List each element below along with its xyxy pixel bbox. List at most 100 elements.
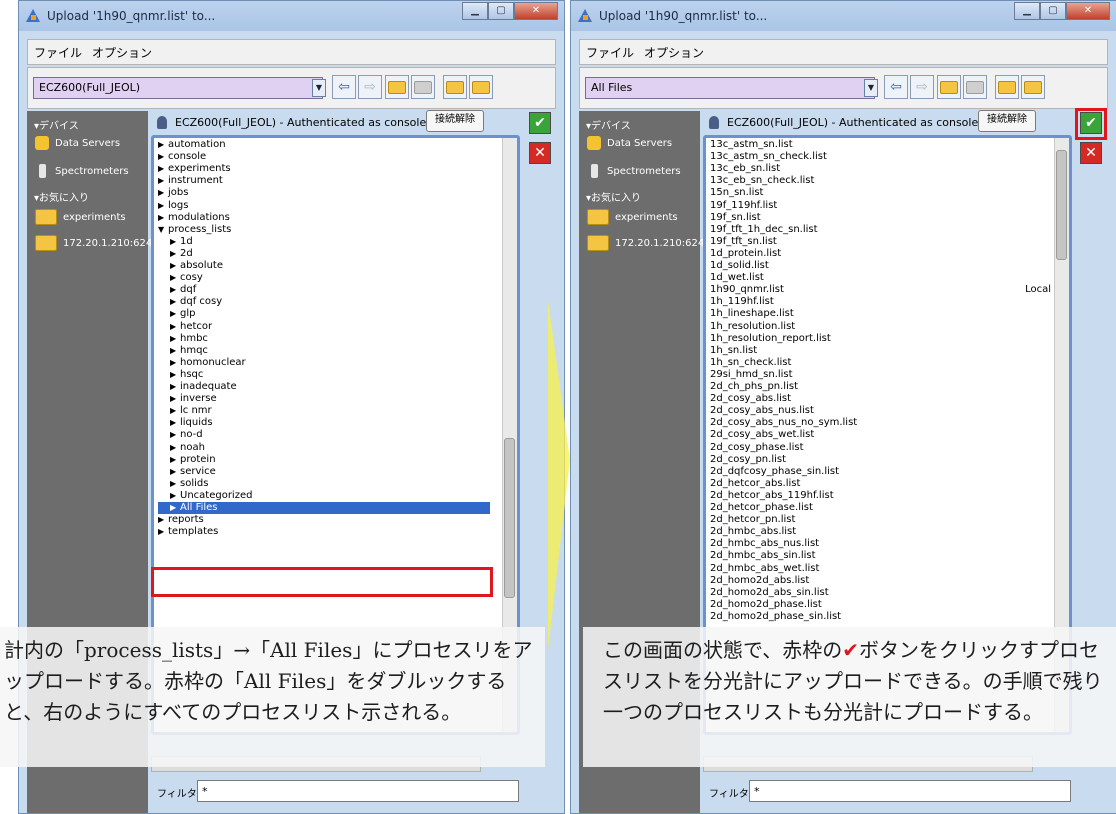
- minimize-button[interactable]: ▁: [462, 2, 488, 20]
- expand-right-icon[interactable]: ▶: [170, 429, 180, 441]
- expand-right-icon[interactable]: ▶: [170, 321, 180, 333]
- file-list-item[interactable]: 1h_sn.list: [710, 345, 757, 357]
- cancel-button[interactable]: ✕: [529, 142, 551, 164]
- file-list-item[interactable]: 1h90_qnmr.list: [710, 284, 784, 296]
- file-list-item[interactable]: 19f_tft_sn.list: [710, 236, 777, 248]
- file-list-item[interactable]: 2d_homo2d_abs.list: [710, 575, 809, 587]
- sidebar-item-server-address[interactable]: 172.20.1.210:6242: [35, 233, 159, 253]
- expand-right-icon[interactable]: ▶: [170, 236, 180, 248]
- chevron-down-icon[interactable]: ▼: [864, 79, 878, 97]
- file-list-item[interactable]: 2d_homo2d_abs_sin.list: [710, 587, 829, 599]
- close-button[interactable]: ✕: [1066, 2, 1110, 20]
- tree-item[interactable]: ▶ console: [158, 151, 206, 163]
- tree-item[interactable]: ▼ process_lists: [158, 224, 231, 236]
- expand-right-icon[interactable]: ▶: [170, 357, 180, 369]
- tree-item[interactable]: ▶ automation: [158, 139, 226, 151]
- tree-item[interactable]: ▶ modulations: [158, 212, 230, 224]
- expand-right-icon[interactable]: ▶: [158, 200, 168, 212]
- expand-right-icon[interactable]: ▶: [158, 175, 168, 187]
- ok-button[interactable]: ✔: [529, 112, 551, 134]
- tree-item[interactable]: ▶ dqf: [158, 284, 196, 296]
- expand-right-icon[interactable]: ▶: [158, 526, 168, 538]
- sidebar-item-server-address[interactable]: 172.20.1.210:6242: [587, 233, 711, 253]
- tree-item[interactable]: ▶ glp: [158, 308, 195, 320]
- file-list-item[interactable]: 1d_solid.list: [710, 260, 769, 272]
- expand-right-icon[interactable]: ▶: [170, 272, 180, 284]
- file-list-item[interactable]: 2d_hmbc_abs_sin.list: [710, 550, 816, 562]
- expand-right-icon[interactable]: ▶: [170, 405, 180, 417]
- expand-right-icon[interactable]: ▶: [158, 187, 168, 199]
- back-button[interactable]: ⇦: [332, 75, 356, 99]
- menu-options[interactable]: オプション: [644, 44, 704, 61]
- sidebar-item-spectrometers[interactable]: Spectrometers: [587, 161, 681, 181]
- favorites-header[interactable]: ▾お気に入り: [586, 189, 641, 204]
- file-list-item[interactable]: 2d_dqfcosy_phase_sin.list: [710, 466, 839, 478]
- file-list-item[interactable]: 29si_hmd_sn.list: [710, 369, 793, 381]
- expand-down-icon[interactable]: ▼: [158, 224, 168, 236]
- file-list-item[interactable]: 2d_ch_phs_pn.list: [710, 381, 798, 393]
- tree-item[interactable]: ▶ dqf cosy: [158, 296, 222, 308]
- tree-item[interactable]: ▶ no-d: [158, 429, 203, 441]
- sidebar-item-experiments[interactable]: experiments: [35, 207, 126, 227]
- file-list-item[interactable]: 1h_119hf.list: [710, 296, 774, 308]
- favorite-folder-button[interactable]: [443, 75, 467, 99]
- tree-item[interactable]: ▶ absolute: [158, 260, 223, 272]
- tree-item[interactable]: ▶ inverse: [158, 393, 217, 405]
- expand-right-icon[interactable]: ▶: [158, 212, 168, 224]
- devices-header[interactable]: ▾デバイス: [586, 117, 631, 132]
- sidebar-item-experiments[interactable]: experiments: [587, 207, 678, 227]
- file-list-item[interactable]: 2d_hmbc_abs.list: [710, 526, 796, 538]
- parent-folder-button[interactable]: [411, 75, 435, 99]
- expand-right-icon[interactable]: ▶: [170, 260, 180, 272]
- menu-options[interactable]: オプション: [92, 44, 152, 61]
- maximize-button[interactable]: ▢: [1040, 2, 1066, 20]
- expand-right-icon[interactable]: ▶: [170, 478, 180, 490]
- tree-item[interactable]: ▶ templates: [158, 526, 218, 538]
- filter-input[interactable]: [197, 780, 519, 802]
- location-combo[interactable]: All Files ▼: [585, 77, 878, 99]
- file-list-item[interactable]: 2d_hetcor_abs_119hf.list: [710, 490, 834, 502]
- chevron-down-icon[interactable]: ▼: [312, 79, 326, 97]
- tree-item[interactable]: ▶ instrument: [158, 175, 223, 187]
- file-list-item[interactable]: 1d_protein.list: [710, 248, 781, 260]
- scroll-thumb[interactable]: [1056, 150, 1067, 260]
- file-list-item[interactable]: 19f_119hf.list: [710, 200, 777, 212]
- tree-item[interactable]: ▶ noah: [158, 442, 205, 454]
- minimize-button[interactable]: ▁: [1014, 2, 1040, 20]
- menu-file[interactable]: ファイル: [586, 44, 634, 61]
- tree-item[interactable]: ▶ 2d: [158, 248, 193, 260]
- sidebar-item-spectrometers[interactable]: Spectrometers: [35, 161, 129, 181]
- file-list-item[interactable]: 2d_homo2d_phase.list: [710, 599, 822, 611]
- file-list-item[interactable]: 2d_cosy_pn.list: [710, 454, 786, 466]
- favorites-header[interactable]: ▾お気に入り: [34, 189, 89, 204]
- expand-right-icon[interactable]: ▶: [170, 369, 180, 381]
- expand-right-icon[interactable]: ▶: [170, 466, 180, 478]
- file-list-item[interactable]: 15n_sn.list: [710, 187, 763, 199]
- tree-item[interactable]: ▶ experiments: [158, 163, 231, 175]
- expand-right-icon[interactable]: ▶: [158, 514, 168, 526]
- tree-item[interactable]: ▶ 1d: [158, 236, 193, 248]
- menu-file[interactable]: ファイル: [34, 44, 82, 61]
- favorite-folder-button[interactable]: [995, 75, 1019, 99]
- file-list-item[interactable]: 2d_cosy_abs_nus_no_sym.list: [710, 417, 857, 429]
- file-list-item[interactable]: 2d_hetcor_abs.list: [710, 478, 800, 490]
- disconnect-button[interactable]: 接続解除: [978, 110, 1036, 132]
- expand-right-icon[interactable]: ▶: [170, 393, 180, 405]
- tree-item[interactable]: ▶ All Files: [158, 502, 490, 514]
- tree-item[interactable]: ▶ cosy: [158, 272, 203, 284]
- expand-right-icon[interactable]: ▶: [170, 454, 180, 466]
- tree-item[interactable]: ▶ liquids: [158, 417, 213, 429]
- file-list-item[interactable]: 2d_hmbc_abs_nus.list: [710, 538, 819, 550]
- tree-item[interactable]: ▶ service: [158, 466, 216, 478]
- expand-right-icon[interactable]: ▶: [170, 502, 180, 514]
- tree-item[interactable]: ▶ logs: [158, 200, 188, 212]
- close-button[interactable]: ✕: [514, 2, 558, 20]
- file-list-item[interactable]: 1h_resolution.list: [710, 321, 795, 333]
- forward-button[interactable]: ⇨: [910, 75, 934, 99]
- tree-item[interactable]: ▶ lc nmr: [158, 405, 212, 417]
- expand-right-icon[interactable]: ▶: [170, 248, 180, 260]
- file-list-item[interactable]: 13c_astm_sn.list: [710, 139, 793, 151]
- tree-item[interactable]: ▶ solids: [158, 478, 208, 490]
- sidebar-item-data-servers[interactable]: Data Servers: [35, 133, 120, 153]
- cancel-button[interactable]: ✕: [1080, 142, 1102, 164]
